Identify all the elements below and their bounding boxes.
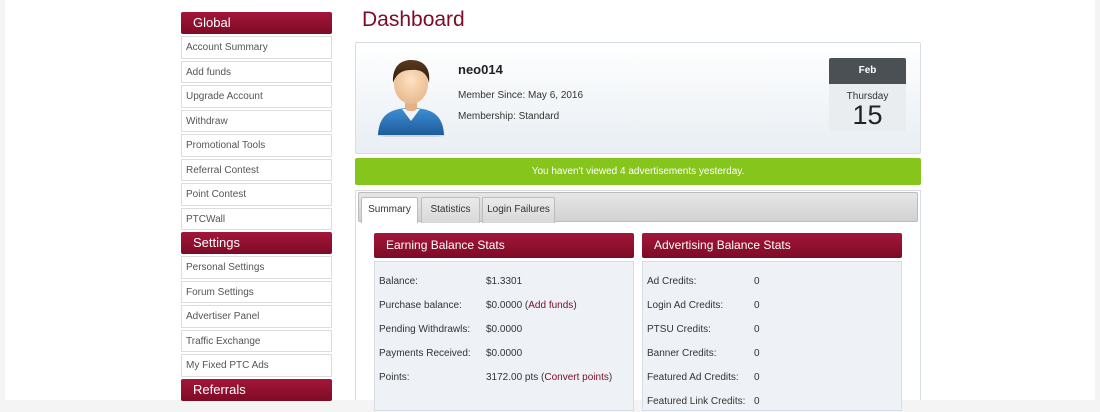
earning-balance-panel: Earning Balance Stats Balance: $1.3301 P… — [374, 233, 634, 411]
add-funds-link[interactable]: Add funds — [528, 300, 573, 311]
sidebar-item-account-summary[interactable]: Account Summary — [181, 36, 332, 59]
username: neo014 — [458, 62, 503, 77]
user-avatar-icon — [377, 60, 445, 137]
stat-label: Featured Ad Credits: — [647, 372, 739, 383]
tab-statistics[interactable]: Statistics — [421, 197, 480, 223]
tab-summary[interactable]: Summary — [361, 197, 418, 223]
date-month: Feb — [829, 58, 906, 84]
stat-value: $0.0000 (Add funds) — [486, 300, 577, 311]
stat-value: 0 — [754, 276, 760, 287]
stat-value: $1.3301 — [486, 276, 523, 287]
stat-label: Pending Withdrawls: — [379, 324, 471, 335]
date-day-number: 15 — [852, 100, 883, 130]
stat-value: $0.0000 — [486, 324, 523, 335]
stat-value: 0 — [754, 348, 760, 359]
stat-value: 0 — [754, 324, 760, 335]
advertising-balance-panel: Advertising Balance Stats Ad Credits: 0 … — [642, 233, 902, 411]
sidebar-item-my-fixed-ptc-ads[interactable]: My Fixed PTC Ads — [181, 354, 332, 377]
sidebar-item-forum-settings[interactable]: Forum Settings — [181, 280, 332, 303]
sidebar-item-referral-contest[interactable]: Referral Contest — [181, 158, 332, 181]
stat-label: Balance: — [379, 276, 418, 287]
stat-label: Ad Credits: — [647, 276, 697, 287]
earning-balance-body: Balance: $1.3301 Purchase balance: $0.00… — [374, 261, 634, 411]
convert-points-link[interactable]: Convert points — [544, 372, 608, 383]
stat-value: 3172.00 pts (Convert points) — [486, 372, 613, 383]
stat-label: Login Ad Credits: — [647, 300, 724, 311]
sidebar-item-add-funds[interactable]: Add funds — [181, 60, 332, 83]
sidebar-item-traffic-exchange[interactable]: Traffic Exchange — [181, 329, 332, 352]
advertising-balance-title: Advertising Balance Stats — [642, 233, 902, 258]
stat-label: Banner Credits: — [647, 348, 717, 359]
stat-label: Purchase balance: — [379, 300, 462, 311]
member-since: Member Since: May 6, 2016 — [458, 90, 584, 101]
tab-login-failures[interactable]: Login Failures — [482, 197, 555, 223]
earning-balance-title: Earning Balance Stats — [374, 233, 634, 258]
sidebar-item-ptcwall[interactable]: PTCWall — [181, 207, 332, 230]
tabs-container: Summary Statistics Login Failures Earnin… — [355, 190, 921, 411]
sidebar-header-global: Global — [181, 12, 332, 34]
sidebar-item-promotional-tools[interactable]: Promotional Tools — [181, 134, 332, 157]
tab-bar: Summary Statistics Login Failures — [358, 192, 918, 223]
sidebar-header-referrals: Referrals — [181, 378, 332, 401]
date-widget: Feb Thursday 15 — [829, 58, 906, 131]
stat-value: 0 — [754, 372, 760, 383]
stat-value: 0 — [754, 396, 760, 407]
stat-label: PTSU Credits: — [647, 324, 711, 335]
ads-notice-banner: You haven't viewed 4 advertisements yest… — [355, 158, 921, 185]
stat-value: $0.0000 — [486, 348, 523, 359]
sidebar: Global Account Summary Add funds Upgrade… — [181, 12, 332, 403]
sidebar-item-upgrade-account[interactable]: Upgrade Account — [181, 85, 332, 108]
profile-card: neo014 Member Since: May 6, 2016 Members… — [355, 42, 921, 154]
stat-label: Points: — [379, 372, 410, 383]
page: Global Account Summary Add funds Upgrade… — [5, 0, 1095, 411]
stat-value: 0 — [754, 300, 760, 311]
sidebar-item-withdraw[interactable]: Withdraw — [181, 109, 332, 132]
stat-label: Payments Received: — [379, 348, 471, 359]
membership-level: Membership: Standard — [458, 111, 560, 122]
page-title: Dashboard — [362, 8, 465, 31]
sidebar-item-advertiser-panel[interactable]: Advertiser Panel — [181, 305, 332, 328]
sidebar-item-personal-settings[interactable]: Personal Settings — [181, 256, 332, 279]
stat-label: Featured Link Credits: — [647, 396, 746, 407]
sidebar-item-point-contest[interactable]: Point Contest — [181, 183, 332, 206]
sidebar-header-settings: Settings — [181, 232, 332, 254]
advertising-balance-body: Ad Credits: 0 Login Ad Credits: 0 PTSU C… — [642, 261, 902, 411]
